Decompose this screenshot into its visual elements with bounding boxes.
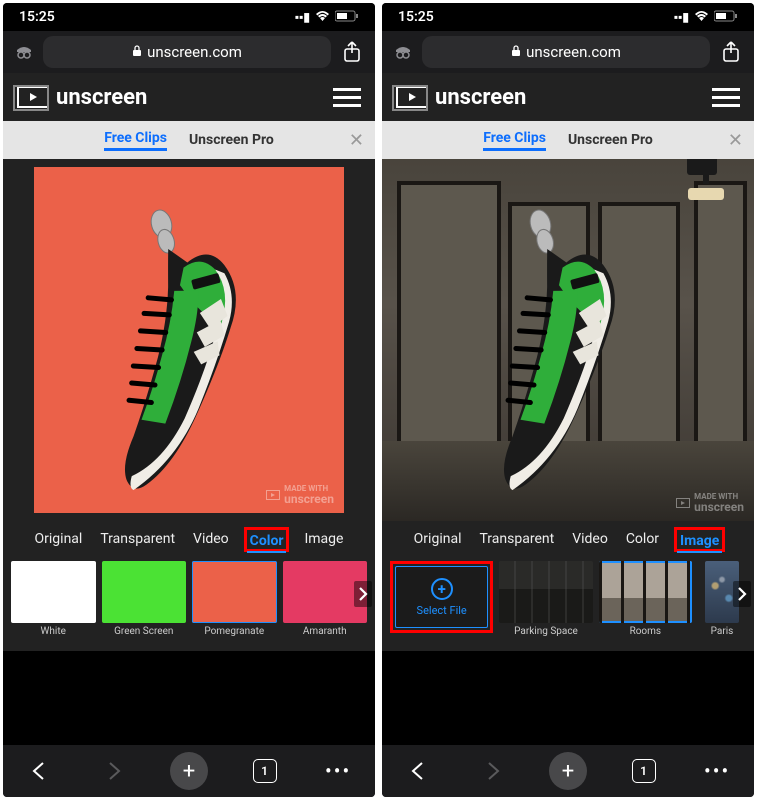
forward-button[interactable]: [475, 754, 509, 788]
signal-icon: ▪▪▮: [674, 10, 689, 24]
bgtab-original[interactable]: Original: [411, 529, 465, 549]
status-indicators: ▪▪▮: [674, 10, 738, 25]
bgtab-transparent[interactable]: Transparent: [476, 529, 557, 549]
lock-icon: [132, 43, 142, 61]
browser-url-bar: unscreen.com: [3, 31, 375, 73]
status-bar: 15:25 ▪▪▮: [3, 3, 375, 31]
swatch-pomegranate[interactable]: [192, 561, 277, 623]
status-bar: 15:25 ▪▪▮: [382, 3, 754, 31]
bgtab-original[interactable]: Original: [32, 529, 86, 549]
browser-url-bar: unscreen.com: [382, 31, 754, 73]
select-file-button[interactable]: + Select File: [395, 566, 488, 628]
brand-logo[interactable]: unscreen: [17, 85, 147, 110]
share-icon[interactable]: [718, 41, 744, 63]
bgtab-video[interactable]: Video: [190, 529, 232, 549]
color-swatch-row: White Green Screen Pomegranate Amaranth: [3, 557, 375, 651]
swatch-white[interactable]: [11, 561, 96, 623]
new-tab-button[interactable]: +: [170, 752, 208, 790]
shoe-graphic: [50, 177, 329, 515]
tabs-button[interactable]: 1: [248, 754, 282, 788]
brand-text: unscreen: [435, 85, 526, 110]
battery-icon: [714, 10, 738, 25]
preview-area: MADE WITHunscreen: [382, 159, 754, 521]
incognito-icon[interactable]: [392, 41, 414, 63]
phone-left: 15:25 ▪▪▮ unscreen.com unscreen: [3, 3, 375, 797]
wifi-icon: [315, 10, 330, 25]
signal-icon: ▪▪▮: [295, 10, 310, 24]
back-button[interactable]: [402, 754, 436, 788]
app-header: unscreen: [3, 73, 375, 121]
forward-button[interactable]: [96, 754, 130, 788]
share-icon[interactable]: [339, 41, 365, 63]
chevron-right-icon[interactable]: [354, 581, 372, 607]
bg-tabs: Original Transparent Video Color Image: [3, 521, 375, 557]
url-text: unscreen.com: [147, 43, 242, 61]
swatch-label: Green Screen: [114, 626, 173, 637]
bg-tabs: Original Transparent Video Color Image: [382, 521, 754, 557]
preview-canvas-color: MADE WITH unscreen: [34, 167, 344, 513]
brand-text: unscreen: [56, 85, 147, 110]
swatch-label: Pomegranate: [204, 626, 264, 637]
tab-unscreen-pro[interactable]: Unscreen Pro: [189, 132, 274, 148]
thumb-label: Parking Space: [514, 626, 578, 637]
brand-logo[interactable]: unscreen: [396, 85, 526, 110]
app-header: unscreen: [382, 73, 754, 121]
bgtab-color[interactable]: Color: [623, 529, 662, 549]
url-text: unscreen.com: [526, 43, 621, 61]
bgtab-video[interactable]: Video: [569, 529, 611, 549]
more-button[interactable]: •••: [321, 754, 355, 788]
bgtab-transparent[interactable]: Transparent: [97, 529, 178, 549]
phone-right: 15:25 ▪▪▮ unscreen.com unscreen Free Cli…: [382, 3, 754, 797]
tab-unscreen-pro[interactable]: Unscreen Pro: [568, 132, 653, 148]
wm-brand: unscreen: [694, 501, 744, 513]
play-frame-icon: [17, 86, 49, 108]
preview-canvas-image: MADE WITHunscreen: [382, 159, 754, 521]
swatch-label: Amaranth: [303, 626, 347, 637]
select-file-label: Select File: [417, 604, 467, 617]
url-pill[interactable]: unscreen.com: [43, 36, 331, 68]
clock: 15:25: [398, 9, 434, 25]
tab-free-clips[interactable]: Free Clips: [104, 130, 167, 151]
image-thumb-row: + Select File Parking Space Rooms Paris: [382, 557, 754, 651]
bgtab-image[interactable]: Image: [677, 531, 722, 553]
wm-brand: unscreen: [284, 493, 334, 505]
back-button[interactable]: [23, 754, 57, 788]
nav-tabs: Free Clips Unscreen Pro ✕: [3, 121, 375, 159]
plus-circle-icon: +: [431, 578, 453, 600]
play-frame-icon: [396, 86, 428, 108]
swatch-label: White: [41, 626, 66, 637]
battery-icon: [335, 10, 359, 25]
incognito-icon[interactable]: [13, 41, 35, 63]
hamburger-icon[interactable]: [333, 88, 361, 107]
hamburger-icon[interactable]: [712, 88, 740, 107]
watermark: MADE WITHunscreen: [676, 493, 744, 513]
lock-icon: [511, 43, 521, 61]
swatch-green-screen[interactable]: [102, 561, 187, 623]
browser-bottom-nav: + 1 •••: [3, 745, 375, 797]
thumb-label: Rooms: [630, 626, 662, 637]
bgtab-image[interactable]: Image: [301, 529, 346, 549]
browser-bottom-nav: + 1 •••: [382, 745, 754, 797]
watermark: MADE WITH unscreen: [266, 485, 334, 505]
clock: 15:25: [19, 9, 55, 25]
status-indicators: ▪▪▮: [295, 10, 359, 25]
thumb-parking-space[interactable]: [499, 561, 592, 623]
thumb-label: Paris: [711, 626, 734, 637]
close-icon[interactable]: ✕: [349, 130, 364, 151]
more-button[interactable]: •••: [700, 754, 734, 788]
bgtab-color[interactable]: Color: [247, 531, 287, 553]
play-icon: [676, 498, 690, 508]
play-icon: [266, 490, 280, 500]
tab-free-clips[interactable]: Free Clips: [483, 130, 546, 151]
nav-tabs: Free Clips Unscreen Pro ✕: [382, 121, 754, 159]
wifi-icon: [694, 10, 709, 25]
tabs-button[interactable]: 1: [627, 754, 661, 788]
thumb-rooms[interactable]: [599, 561, 692, 623]
close-icon[interactable]: ✕: [728, 130, 743, 151]
new-tab-button[interactable]: +: [549, 752, 587, 790]
chevron-right-icon[interactable]: [733, 581, 751, 607]
url-pill[interactable]: unscreen.com: [422, 36, 710, 68]
preview-area: MADE WITH unscreen: [3, 159, 375, 521]
